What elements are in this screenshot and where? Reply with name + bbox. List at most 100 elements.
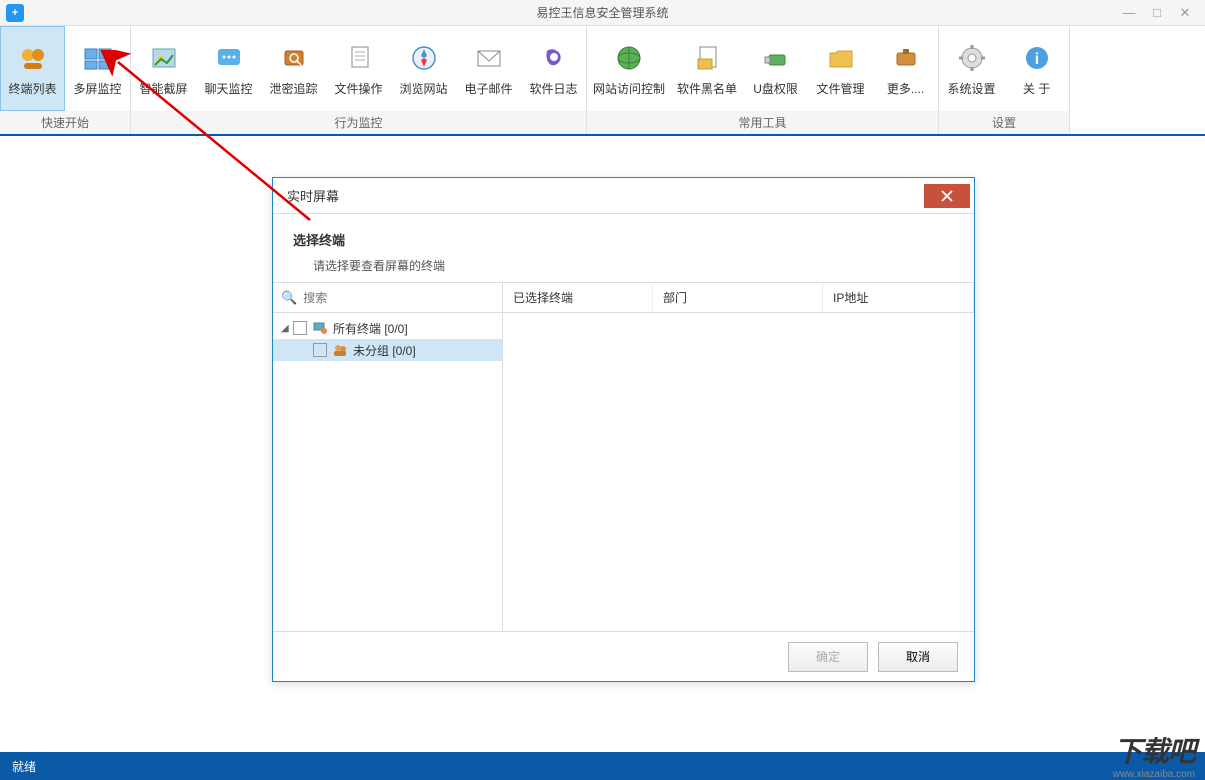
about-icon: i	[1019, 40, 1055, 76]
fileop-icon	[341, 40, 377, 76]
close-icon	[941, 190, 953, 202]
multiscreen-icon	[80, 40, 116, 76]
status-text: 就绪	[12, 758, 36, 775]
ribbon-group-label: 设置	[939, 111, 1069, 134]
ribbon-label: 软件黑名单	[677, 80, 737, 97]
close-button[interactable]: ✕	[1175, 5, 1195, 21]
section-title: 选择终端	[293, 230, 954, 249]
search-input[interactable]	[303, 291, 494, 305]
ribbon-multiscreen[interactable]: 多屏监控	[65, 26, 130, 111]
ribbon-blacklist[interactable]: 软件黑名单	[671, 26, 743, 111]
filemgr-icon	[823, 40, 859, 76]
watermark-logo: 下载吧	[1114, 730, 1195, 770]
dialog-split: 🔍 ◢ 所有终端 [0/0] 未分组 [0/0] 已选择终端 部门 IP地址	[273, 282, 974, 631]
tree-toggle-icon[interactable]: ◢	[281, 323, 293, 334]
dialog-footer: 确定 取消	[273, 631, 974, 681]
dialog-header: 实时屏幕	[273, 178, 974, 214]
ribbon-group-label: 快速开始	[0, 111, 130, 134]
table-header: 已选择终端 部门 IP地址	[503, 283, 974, 313]
computer-group-icon	[311, 320, 329, 336]
table-pane: 已选择终端 部门 IP地址	[503, 283, 974, 631]
ribbon-email[interactable]: 电子邮件	[456, 26, 521, 111]
statusbar: 就绪	[0, 752, 1205, 780]
svg-text:i: i	[1034, 51, 1038, 68]
ribbon-group: 智能截屏聊天监控泄密追踪文件操作浏览网站电子邮件软件日志行为监控	[131, 26, 587, 134]
ribbon-label: 文件管理	[817, 80, 865, 97]
chat-icon	[211, 40, 247, 76]
ribbon-label: 关 于	[1023, 80, 1050, 97]
softlog-icon	[536, 40, 572, 76]
ribbon-browse[interactable]: 浏览网站	[391, 26, 456, 111]
users-group-icon	[331, 342, 349, 358]
realtime-screen-dialog: 实时屏幕 选择终端 请选择要查看屏幕的终端 🔍 ◢ 所有终端 [0/0] 未分组 […	[272, 177, 975, 682]
ribbon-label: 网站访问控制	[593, 80, 665, 97]
ribbon-leak[interactable]: 泄密追踪	[261, 26, 326, 111]
app-icon	[6, 4, 24, 22]
blacklist-icon	[689, 40, 725, 76]
ribbon-fileop[interactable]: 文件操作	[326, 26, 391, 111]
ribbon-label: 软件日志	[529, 80, 577, 97]
ribbon-settings[interactable]: 系统设置	[939, 26, 1004, 111]
terminals-icon	[15, 40, 51, 76]
ribbon-group: 终端列表多屏监控快速开始	[0, 26, 131, 134]
ribbon-items: 智能截屏聊天监控泄密追踪文件操作浏览网站电子邮件软件日志	[131, 26, 586, 111]
ribbon-label: 聊天监控	[204, 80, 252, 97]
ribbon-items: 终端列表多屏监控	[0, 26, 130, 111]
ribbon-chat[interactable]: 聊天监控	[196, 26, 261, 111]
ribbon-items: 系统设置 i 关 于	[939, 26, 1069, 111]
ribbon-webctrl[interactable]: 网站访问控制	[587, 26, 671, 111]
ribbon-softlog[interactable]: 软件日志	[521, 26, 586, 111]
ribbon-about[interactable]: i 关 于	[1004, 26, 1069, 111]
ribbon-group: 网站访问控制软件黑名单 U盘权限文件管理 更多.... 常用工具	[587, 26, 939, 134]
col-dept: 部门	[653, 283, 823, 312]
window-title: 易控王信息安全管理系统	[536, 4, 668, 21]
ribbon-label: 泄密追踪	[269, 80, 317, 97]
col-selected: 已选择终端	[503, 283, 653, 312]
search-row: 🔍	[273, 283, 502, 313]
ribbon-label: 电子邮件	[464, 80, 512, 97]
dialog-close-button[interactable]	[924, 184, 970, 208]
ribbon: 终端列表多屏监控快速开始智能截屏聊天监控泄密追踪文件操作浏览网站电子邮件软件日志…	[0, 26, 1205, 136]
tree-label: 未分组 [0/0]	[353, 342, 416, 359]
maximize-button[interactable]: □	[1147, 5, 1167, 21]
ribbon-label: 更多....	[887, 80, 924, 97]
terminal-tree: ◢ 所有终端 [0/0] 未分组 [0/0]	[273, 313, 502, 631]
ribbon-filemgr[interactable]: 文件管理	[808, 26, 873, 111]
ribbon-screenshot[interactable]: 智能截屏	[131, 26, 196, 111]
ribbon-label: 系统设置	[948, 80, 996, 97]
ribbon-label: 浏览网站	[399, 80, 447, 97]
ribbon-label: 终端列表	[8, 80, 56, 97]
usb-icon	[758, 40, 794, 76]
tree-label: 所有终端 [0/0]	[333, 320, 408, 337]
section-desc: 请选择要查看屏幕的终端	[293, 257, 954, 274]
tree-checkbox[interactable]	[293, 321, 307, 335]
email-icon	[471, 40, 507, 76]
screenshot-icon	[146, 40, 182, 76]
settings-icon	[954, 40, 990, 76]
ribbon-label: 多屏监控	[73, 80, 121, 97]
browse-icon	[406, 40, 442, 76]
tree-node[interactable]: ◢ 所有终端 [0/0]	[273, 317, 502, 339]
tree-checkbox[interactable]	[313, 343, 327, 357]
tree-pane: 🔍 ◢ 所有终端 [0/0] 未分组 [0/0]	[273, 283, 503, 631]
minimize-button[interactable]: —	[1119, 5, 1139, 21]
search-icon: 🔍	[281, 290, 297, 306]
ribbon-items: 网站访问控制软件黑名单 U盘权限文件管理 更多....	[587, 26, 938, 111]
webctrl-icon	[611, 40, 647, 76]
watermark-url: www.xiazaiba.com	[1113, 769, 1195, 780]
ok-button[interactable]: 确定	[788, 642, 868, 672]
ribbon-usb[interactable]: U盘权限	[743, 26, 808, 111]
titlebar: 易控王信息安全管理系统 — □ ✕	[0, 0, 1205, 26]
window-controls: — □ ✕	[1119, 5, 1205, 21]
table-body	[503, 313, 974, 631]
ribbon-terminals[interactable]: 终端列表	[0, 26, 65, 111]
ribbon-more[interactable]: 更多....	[873, 26, 938, 111]
cancel-button[interactable]: 取消	[878, 642, 958, 672]
ribbon-group-label: 常用工具	[587, 111, 938, 134]
leak-icon	[276, 40, 312, 76]
more-icon	[888, 40, 924, 76]
tree-node[interactable]: 未分组 [0/0]	[273, 339, 502, 361]
dialog-body: 选择终端 请选择要查看屏幕的终端 🔍 ◢ 所有终端 [0/0] 未分组 [0/0] …	[273, 214, 974, 681]
ribbon-group-label: 行为监控	[131, 111, 586, 134]
ribbon-group: 系统设置 i 关 于设置	[939, 26, 1070, 134]
